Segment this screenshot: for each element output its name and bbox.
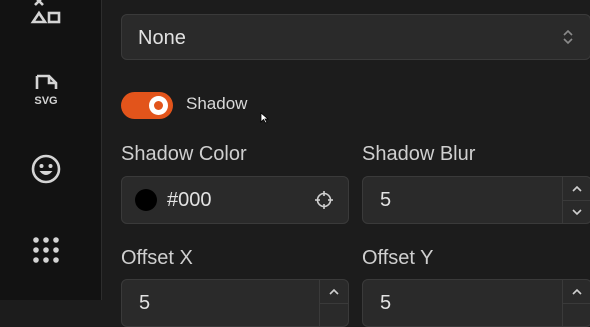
offset-y-value: 5 [380, 292, 392, 314]
decrement-chevron-down-icon[interactable] [563, 200, 590, 223]
shadow-blur-stepper [562, 177, 590, 223]
increment-chevron-up-icon[interactable] [563, 280, 590, 304]
chevron-up-down-icon [562, 28, 574, 51]
svg-label: SVG [34, 95, 57, 107]
shadow-color-field[interactable]: #000 [121, 176, 349, 224]
shadow-blur-value: 5 [380, 189, 392, 211]
eyedropper-crosshair-icon[interactable] [314, 190, 334, 215]
properties-panel: None Shadow Shadow Color #000 Shadow Blu… [102, 0, 590, 327]
shadow-blur-label: Shadow Blur [362, 143, 476, 165]
increment-chevron-up-icon[interactable] [563, 177, 590, 201]
shapes-icon[interactable] [28, 0, 64, 28]
offset-y-label: Offset Y [362, 247, 434, 269]
style-select-value: None [138, 27, 186, 49]
offset-x-value: 5 [139, 292, 151, 314]
emoji-icon[interactable] [28, 151, 64, 187]
increment-chevron-up-icon[interactable] [320, 280, 348, 304]
mouse-cursor-icon [260, 111, 270, 129]
offset-y-input[interactable]: 5 [362, 279, 590, 327]
sidebar: SVG [0, 0, 102, 300]
offset-x-input[interactable]: 5 [121, 279, 349, 327]
offset-x-stepper [319, 280, 348, 326]
shadow-toggle-label: Shadow [186, 94, 248, 113]
shadow-toggle[interactable] [121, 92, 173, 119]
svg-file-icon[interactable]: SVG [28, 72, 64, 108]
color-swatch[interactable] [135, 189, 157, 211]
offset-x-label: Offset X [121, 247, 193, 269]
toggle-knob [149, 96, 168, 115]
dot-grid-icon[interactable] [28, 232, 64, 268]
shadow-color-label: Shadow Color [121, 143, 247, 165]
offset-y-stepper [562, 280, 590, 326]
shadow-color-value: #000 [167, 189, 212, 211]
style-select[interactable]: None [121, 14, 590, 60]
shadow-blur-input[interactable]: 5 [362, 176, 590, 224]
